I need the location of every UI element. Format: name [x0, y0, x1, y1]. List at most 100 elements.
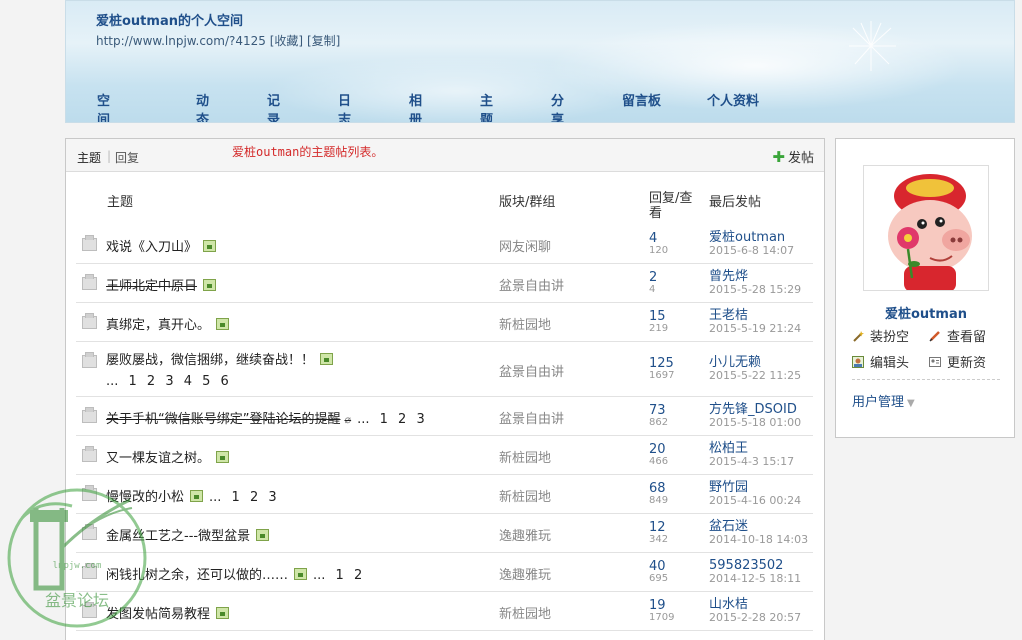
nav-home[interactable]: 空间首页: [97, 90, 110, 122]
topic-title-cell: 发图发帖简易教程: [106, 603, 230, 622]
table-row: 屡败屡战，微信捆绑，继续奋战！！ ... 1 2 3 4 5 6 盆景自由讲 12…: [76, 342, 813, 397]
reply-count: 68: [649, 481, 666, 496]
paperclip-icon: ⌀: [344, 413, 352, 426]
topic-title[interactable]: 关于手机“微信账号绑定”登陆论坛的提醒: [106, 412, 340, 427]
space-title[interactable]: 爱桩outman的个人空间: [96, 10, 243, 29]
topic-list-panel: 主题 | 回复 爱桩outman的主题帖列表。 ✚ 发帖 主题 版块/群组 回复/…: [65, 138, 825, 640]
reply-count: 20: [649, 442, 666, 457]
topic-title[interactable]: 发图发帖简易教程: [106, 607, 210, 622]
page-links[interactable]: ... 1 2 3: [357, 412, 425, 427]
last-post-time[interactable]: 2015-5-18 01:00: [709, 417, 801, 429]
forum-name[interactable]: 逸趣雅玩: [499, 564, 551, 583]
nav-topics[interactable]: 主题: [480, 90, 493, 122]
topic-title-cell: 闲钱扎树之余，还可以做的…… ... 1 2: [106, 564, 362, 583]
topic-title-cell: 王师北定中原日: [106, 275, 217, 294]
folder-icon: [82, 274, 97, 290]
nav-feed[interactable]: 动态: [196, 90, 209, 122]
forum-name[interactable]: 新桩园地: [499, 603, 551, 622]
image-attachment-icon: [256, 529, 270, 541]
forum-name[interactable]: 逸趣雅玩: [499, 525, 551, 544]
page-links[interactable]: ... 1 2 3 4 5 6: [106, 374, 229, 389]
reply-count: 73: [649, 403, 666, 418]
topic-title[interactable]: 又一棵友谊之树。: [106, 451, 210, 466]
profile-username[interactable]: 爱桩outman: [836, 303, 1016, 322]
forum-name[interactable]: 新桩园地: [499, 314, 551, 333]
new-post-button[interactable]: ✚ 发帖: [772, 147, 814, 166]
last-post-time[interactable]: 2014-10-18 14:03: [709, 534, 808, 546]
nav-album[interactable]: 相册: [409, 90, 422, 122]
topic-title[interactable]: 戏说《入刀山》: [106, 240, 197, 255]
table-row: 王师北定中原日 盆景自由讲 2 4 曾先烨 2015-5-28 15:29: [76, 264, 813, 303]
space-url-line: http://www.lnpjw.com/?4125 [收藏] [复制]: [96, 32, 340, 49]
reply-count: 19: [649, 598, 666, 613]
last-post-time[interactable]: 2015-2-28 20:57: [709, 612, 801, 624]
dress-up-space-link[interactable]: 装扮空: [852, 326, 909, 345]
page-links[interactable]: ... 1 2: [313, 568, 362, 583]
last-poster[interactable]: 595823502: [709, 559, 783, 573]
page-links[interactable]: ... 1 2 3: [209, 490, 277, 505]
image-attachment-icon: [216, 607, 230, 619]
table-row: 发图发帖简易教程 新桩园地 19 1709 山水桔 2015-2-28 20:5…: [76, 592, 813, 631]
avatar[interactable]: [863, 165, 989, 291]
nav-records[interactable]: 记录: [267, 90, 280, 122]
copy-link[interactable]: [复制]: [307, 34, 340, 48]
forum-name[interactable]: 网友闲聊: [499, 236, 551, 255]
sidebar-divider: [852, 379, 1000, 380]
space-url[interactable]: http://www.lnpjw.com/?4125: [96, 34, 266, 48]
user-management-menu[interactable]: 用户管理 ▼: [852, 391, 915, 410]
picture-icon: [852, 356, 864, 368]
nav-blog[interactable]: 日志: [338, 90, 351, 122]
nav-profile[interactable]: 个人资料: [707, 90, 777, 109]
topic-title[interactable]: 慢慢改的小松: [106, 490, 184, 505]
update-profile-link[interactable]: 更新资: [929, 352, 986, 371]
view-messages-link[interactable]: 查看留: [929, 326, 986, 345]
nav-share[interactable]: 分享: [551, 90, 564, 122]
reply-count: 12: [649, 520, 666, 535]
last-poster[interactable]: 山水桔: [709, 598, 748, 612]
table-row: 戏说《入刀山》 网友闲聊 4 120 爱桩outman 2015-6-8 14:…: [76, 225, 813, 264]
forum-name[interactable]: 盆景自由讲: [499, 408, 564, 427]
last-poster[interactable]: 王老桔: [709, 309, 748, 323]
view-count: 1709: [649, 612, 675, 623]
forum-name[interactable]: 新桩园地: [499, 486, 551, 505]
last-poster[interactable]: 小儿无赖: [709, 356, 761, 370]
last-poster[interactable]: 爱桩outman: [709, 231, 785, 245]
folder-icon: [82, 563, 97, 579]
last-post-time[interactable]: 2015-5-19 21:24: [709, 323, 801, 335]
forum-name[interactable]: 新桩园地: [499, 447, 551, 466]
nav-guestbook[interactable]: 留言板: [622, 90, 682, 109]
topic-title-cell: 慢慢改的小松 ... 1 2 3: [106, 486, 277, 505]
last-poster[interactable]: 松柏王: [709, 442, 748, 456]
reply-count: 15: [649, 309, 666, 324]
folder-icon: [82, 235, 97, 251]
topic-title-cell: 关于手机“微信账号绑定”登陆论坛的提醒 ⌀ ... 1 2 3: [106, 408, 425, 427]
last-poster[interactable]: 方先锋_DSOID: [709, 403, 797, 417]
favorite-link[interactable]: [收藏]: [270, 34, 303, 48]
edit-avatar-link[interactable]: 编辑头: [852, 352, 909, 371]
folder-icon: [82, 602, 97, 618]
tab-replies[interactable]: 回复: [115, 149, 139, 166]
last-post-time[interactable]: 2015-6-8 14:07: [709, 245, 794, 257]
topic-title[interactable]: 金属丝工艺之---微型盆景: [106, 529, 250, 544]
forum-name[interactable]: 盆景自由讲: [499, 361, 564, 380]
last-post-time[interactable]: 2015-5-22 11:25: [709, 370, 801, 382]
last-post-time[interactable]: 2015-4-16 00:24: [709, 495, 801, 507]
topic-title[interactable]: 屡败屡战，微信捆绑，继续奋战！！: [106, 353, 314, 368]
last-poster[interactable]: 盆石迷: [709, 520, 748, 534]
last-poster[interactable]: 曾先烨: [709, 270, 748, 284]
topic-list-toolbar: 主题 | 回复 爱桩outman的主题帖列表。 ✚ 发帖: [66, 139, 824, 172]
forum-name[interactable]: 盆景自由讲: [499, 275, 564, 294]
plus-icon: ✚: [772, 148, 785, 166]
update-profile-label: 更新资: [947, 356, 987, 371]
folder-icon: [82, 313, 97, 329]
topic-title[interactable]: 王师北定中原日: [106, 279, 197, 294]
last-post-time[interactable]: 2015-4-3 15:17: [709, 456, 794, 468]
topic-title[interactable]: 闲钱扎树之余，还可以做的……: [106, 568, 288, 583]
last-poster[interactable]: 野竹园: [709, 481, 748, 495]
tab-topics[interactable]: 主题: [77, 149, 101, 166]
column-header-replies-views-line1: 回复/查: [649, 191, 693, 206]
topic-title[interactable]: 真绑定，真开心。: [106, 318, 210, 333]
view-count: 849: [649, 495, 669, 506]
last-post-time[interactable]: 2014-12-5 18:11: [709, 573, 801, 585]
last-post-time[interactable]: 2015-5-28 15:29: [709, 284, 801, 296]
